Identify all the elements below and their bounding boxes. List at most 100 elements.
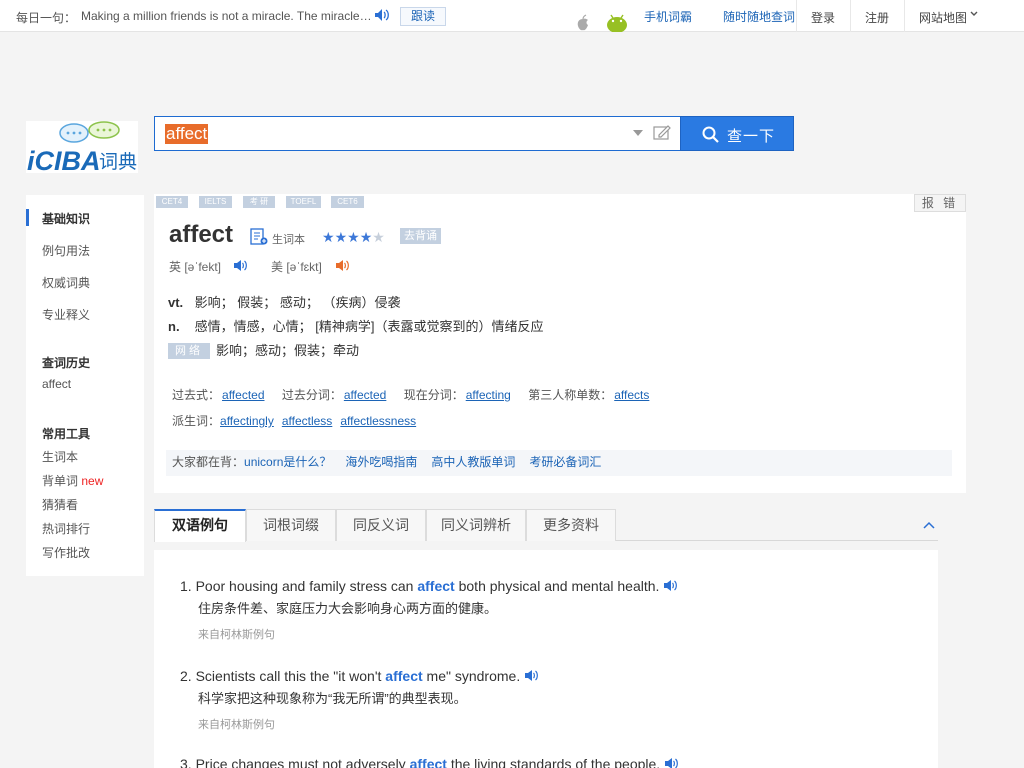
- follow-read-button[interactable]: 跟读: [400, 7, 446, 26]
- speaker-icon[interactable]: [335, 259, 349, 272]
- android-icon[interactable]: [602, 13, 632, 32]
- login-link[interactable]: 登录: [811, 9, 835, 26]
- wordbook-label[interactable]: 生词本: [272, 231, 305, 247]
- daily-sentence-text[interactable]: Making a million friends is not a miracl…: [81, 9, 373, 23]
- form-link[interactable]: affecting: [466, 388, 511, 402]
- example-english: 3. Price changes must not adversely affe…: [180, 754, 920, 768]
- sitemap-link[interactable]: 网站地图: [919, 9, 967, 26]
- report-error-button[interactable]: 报 错: [914, 194, 966, 212]
- tab-bilingual-examples[interactable]: 双语例句: [154, 509, 246, 542]
- example-chinese: 科学家把这种现象称为“我无所谓”的典型表现。: [198, 691, 467, 706]
- dropdown-arrow-icon[interactable]: [633, 130, 643, 136]
- derived-link[interactable]: affectingly: [220, 414, 274, 428]
- popular-recite-bar: 大家都在背：unicorn是什么？ 海外吃喝指南 高中人教版单词 考研必备词汇: [166, 450, 952, 476]
- frequency-stars: ★★★★★: [322, 229, 385, 246]
- tool-hot-words[interactable]: 热词排行: [42, 520, 90, 537]
- mobile-app-link[interactable]: 手机词霸: [644, 8, 692, 25]
- exam-tag: TOEFL: [286, 196, 321, 208]
- exam-tag: CET6: [331, 196, 364, 208]
- speaker-icon[interactable]: [374, 8, 390, 22]
- definitions: vt. 影响； 假装； 感动； （疾病）侵袭 n. 感情，情感，心情； [精神病…: [168, 294, 543, 366]
- search-icon: [702, 126, 719, 143]
- chevron-up-icon[interactable]: [923, 521, 935, 529]
- search-button[interactable]: 查一下: [680, 116, 794, 151]
- mobile-app-tagline[interactable]: 随时随地查词: [723, 8, 795, 25]
- form-label: 现在分词：: [403, 388, 464, 402]
- history-item[interactable]: affect: [42, 377, 71, 391]
- example-item: 1. Poor housing and family stress can af…: [180, 576, 920, 644]
- divider: [850, 0, 851, 32]
- form-link[interactable]: affected: [344, 388, 386, 402]
- star-icon: ★: [359, 229, 373, 245]
- iciba-logo[interactable]: iCIBA 词典: [26, 121, 138, 173]
- star-icon: ★: [347, 229, 360, 245]
- example-keyword[interactable]: affect: [410, 756, 447, 768]
- example-number: 3.: [180, 756, 192, 768]
- handwriting-icon[interactable]: [653, 124, 671, 140]
- form-label: 过去分词：: [281, 388, 342, 402]
- headword: affect: [169, 221, 234, 248]
- recite-link[interactable]: unicorn是什么？: [244, 455, 331, 469]
- sidebar-item-basics[interactable]: 基础知识: [42, 210, 90, 227]
- recite-link[interactable]: 海外吃喝指南: [345, 455, 417, 469]
- example-english: 1. Poor housing and family stress can af…: [180, 576, 920, 598]
- star-empty-icon: ★: [372, 229, 385, 245]
- example-text: Price changes must not adversely: [195, 756, 410, 768]
- form-link[interactable]: affected: [222, 388, 264, 402]
- tool-guess[interactable]: 猜猜看: [42, 496, 78, 513]
- inflections-row: 过去式： affected 过去分词： affected 现在分词： affectin…: [172, 386, 663, 412]
- search-input-value[interactable]: affect: [165, 124, 209, 144]
- sidebar: 基础知识 例句用法 权威词典 专业释义 查词历史 affect 常用工具 生词本…: [26, 195, 144, 576]
- sidebar-item-examples[interactable]: 例句用法: [42, 242, 90, 259]
- example-text: the living standards of the people.: [446, 756, 661, 768]
- tool-writing-check[interactable]: 写作批改: [42, 544, 90, 561]
- chevron-down-icon[interactable]: [970, 11, 978, 17]
- form-link[interactable]: affects: [614, 388, 649, 402]
- tab-synonym-discrimination[interactable]: 同义词辨析: [426, 509, 526, 541]
- example-keyword[interactable]: affect: [417, 578, 454, 594]
- example-english: 2. Scientists call this the "it won't af…: [180, 666, 920, 688]
- example-keyword[interactable]: affect: [385, 668, 422, 684]
- derived-link[interactable]: affectlessness: [340, 414, 416, 428]
- speaker-icon[interactable]: [524, 669, 539, 682]
- form-label: 过去式：: [172, 388, 221, 402]
- example-text: me" syndrome.: [422, 668, 521, 684]
- recite-link[interactable]: 考研必备词汇: [529, 455, 601, 469]
- divider: [796, 0, 797, 32]
- derived-label: 派生词：: [172, 414, 221, 428]
- exam-tag: 考 研: [243, 196, 275, 208]
- example-item: 2. Scientists call this the "it won't af…: [180, 666, 920, 734]
- search-button-label: 查一下: [727, 128, 776, 145]
- part-of-speech: vt.: [168, 295, 184, 310]
- recite-link[interactable]: 高中人教版单词: [431, 455, 515, 469]
- search-input[interactable]: affect: [154, 116, 681, 151]
- tab-synonyms-antonyms[interactable]: 同反义词: [336, 509, 426, 541]
- example-chinese: 住房条件差、家庭压力大会影响身心两方面的健康。: [198, 601, 498, 616]
- tab-root-affix[interactable]: 词根词缀: [246, 509, 336, 541]
- history-title: 查词历史: [42, 356, 91, 370]
- recite-label: 大家都在背：: [172, 455, 245, 469]
- derived-row: 派生词：affectingly affectless affectlessness: [172, 412, 663, 438]
- network-definition-text: 影响；感动；假装；牵动: [216, 343, 360, 358]
- speaker-icon[interactable]: [664, 757, 679, 768]
- definition-text: 影响； 假装； 感动； （疾病）侵袭: [194, 295, 401, 310]
- register-link[interactable]: 注册: [865, 9, 889, 26]
- word-forms: 过去式： affected 过去分词： affected 现在分词： affectin…: [172, 386, 663, 438]
- sidebar-item-professional[interactable]: 专业释义: [42, 306, 90, 323]
- derived-link[interactable]: affectless: [282, 414, 332, 428]
- wordbook-icon[interactable]: [250, 228, 268, 245]
- tab-more-resources[interactable]: 更多资料: [526, 509, 616, 541]
- speaker-icon[interactable]: [663, 579, 678, 592]
- new-badge: new: [81, 474, 104, 488]
- apple-icon[interactable]: [573, 14, 593, 32]
- example-number: 1.: [180, 578, 192, 594]
- speaker-icon[interactable]: [233, 259, 247, 272]
- tool-memorize[interactable]: 背单词 new: [42, 472, 103, 489]
- part-of-speech: n.: [168, 319, 180, 334]
- recite-button[interactable]: 去背诵: [400, 228, 441, 244]
- sidebar-item-authority-dict[interactable]: 权威词典: [42, 274, 90, 291]
- logo-brand-text: iCIBA: [27, 146, 101, 173]
- tool-wordbook[interactable]: 生词本: [42, 448, 78, 465]
- definition-row: n. 感情，情感，心情； [精神病学]（表露或觉察到的）情绪反应: [168, 318, 543, 342]
- detail-tabs: 双语例句 词根词缀 同反义词 同义词辨析 更多资料: [154, 509, 938, 542]
